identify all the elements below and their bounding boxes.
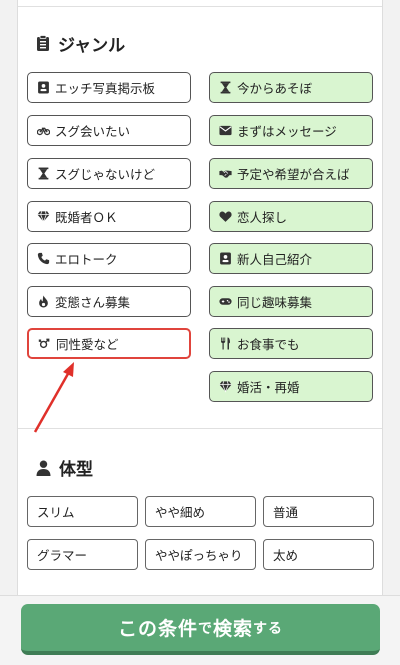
body-type-option-glamour[interactable]: グラマー [27, 539, 138, 570]
genre-chip-konkatsu[interactable]: 婚活・再婚 [209, 371, 373, 402]
genre-chip-meet-now[interactable]: スグ会いたい [27, 115, 191, 146]
motorcycle-icon [36, 123, 51, 138]
diamond-icon [218, 379, 233, 394]
hourglass-icon [36, 166, 51, 181]
body-type-title-text: 体型 [59, 460, 93, 480]
body-type-option-fat[interactable]: 太め [263, 539, 374, 570]
option-label: 太め [273, 548, 299, 563]
body-type-option-normal[interactable]: 普通 [263, 496, 374, 527]
section-divider [18, 428, 382, 429]
clipboard-icon [37, 35, 49, 51]
option-label: グラマー [37, 548, 88, 563]
option-label: やや細め [155, 505, 206, 520]
genre-chip-label: エッチ写真掲示板 [55, 81, 156, 96]
body-type-option-slim[interactable]: スリム [27, 496, 138, 527]
genre-chip-lover[interactable]: 恋人探し [209, 201, 373, 232]
genre-chip-label: スグじゃないけど [55, 167, 156, 182]
body-type-option-chubby[interactable]: ややぽっちゃり [145, 539, 256, 570]
genre-chip-label: お食事でも [237, 337, 300, 352]
search-button-text-2: で [198, 620, 213, 637]
genre-chip-label: 今からあそぼ [237, 81, 313, 96]
search-conditions-card: ジャンル エッチ写真掲示板 スグ会いたい スグじゃないけど 既婚者ＯＫ エロトー… [17, 0, 383, 600]
genre-chip-schedule-match[interactable]: 予定や希望が合えば [209, 158, 373, 189]
handshake-icon [218, 166, 233, 181]
body-type-section-title: 体型 [36, 455, 93, 480]
genre-chip-label: 恋人探し [237, 210, 288, 225]
envelope-icon [218, 123, 233, 138]
genre-chip-ero-talk[interactable]: エロトーク [27, 243, 191, 274]
genre-chip-label: 同じ趣味募集 [237, 295, 313, 310]
gamepad-icon [218, 294, 233, 309]
genre-chip-play-now[interactable]: 今からあそぼ [209, 72, 373, 103]
option-label: 普通 [273, 505, 299, 520]
genre-chip-label: スグ会いたい [55, 124, 131, 139]
genre-chip-same-hobby[interactable]: 同じ趣味募集 [209, 286, 373, 317]
genre-chip-not-now[interactable]: スグじゃないけど [27, 158, 191, 189]
genre-chip-label: 予定や希望が合えば [237, 167, 350, 182]
genre-chip-married-ok[interactable]: 既婚者ＯＫ [27, 201, 191, 232]
body-type-option-slightly-thin[interactable]: やや細め [145, 496, 256, 527]
diamond-icon [36, 209, 51, 224]
phone-icon [36, 251, 51, 266]
genre-chip-dining[interactable]: お食事でも [209, 328, 373, 359]
genre-chip-newbie-intro[interactable]: 新人自己紹介 [209, 243, 373, 274]
genre-chip-label: エロトーク [55, 252, 118, 267]
person-icon [36, 460, 51, 476]
top-divider [18, 6, 382, 7]
genre-title-text: ジャンル [58, 36, 126, 56]
genre-chip-label: 新人自己紹介 [237, 252, 313, 267]
search-button-text-4: する [253, 620, 284, 637]
genre-chip-label: 既婚者ＯＫ [55, 210, 118, 225]
search-button-text-1: この条件 [117, 618, 198, 640]
id-card-icon [36, 80, 51, 95]
id-card-icon [218, 251, 233, 266]
option-label: スリム [37, 505, 75, 520]
genre-section-title: ジャンル [36, 31, 125, 56]
hourglass-icon [218, 80, 233, 95]
genre-chip-hentai[interactable]: 変態さん募集 [27, 286, 191, 317]
genre-chip-message-first[interactable]: まずはメッセージ [209, 115, 373, 146]
genre-chip-label: 同性愛など [56, 337, 119, 352]
heart-icon [218, 209, 233, 224]
genre-chip-label: 変態さん募集 [55, 295, 131, 310]
search-button[interactable]: この条件で検索 する [21, 604, 380, 655]
genre-chip-label: まずはメッセージ [237, 124, 337, 139]
fire-icon [36, 294, 51, 309]
utensils-icon [218, 336, 233, 351]
gender-icon [37, 336, 52, 351]
genre-chip-label: 婚活・再婚 [237, 380, 300, 395]
search-button-text-3: 検索 [213, 618, 254, 640]
option-label: ややぽっちゃり [155, 548, 243, 563]
genre-chip-same-sex[interactable]: 同性愛など [27, 328, 191, 359]
genre-chip-ecchi-photo[interactable]: エッチ写真掲示板 [27, 72, 191, 103]
